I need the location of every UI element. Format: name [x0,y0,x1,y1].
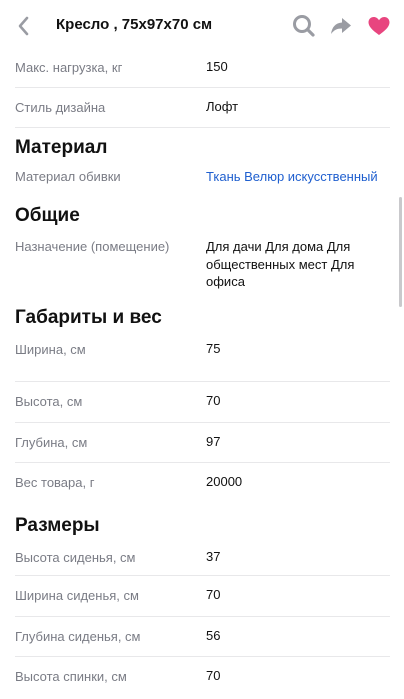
spec-label: Вес товара, г [15,475,95,490]
spec-label: Глубина сиденья, см [15,629,141,644]
spec-value: 75 [206,341,221,356]
spec-label: Ширина, см [15,342,86,357]
material-link[interactable]: Ткань Велюр искусственный [206,168,378,186]
spec-value: 56 [206,628,221,643]
spec-value-line: Для дачи Для дома Для [206,239,351,254]
spec-row: Глубина, см 97 [15,423,390,463]
scrollbar[interactable] [399,197,402,307]
specs-list: Макс. нагрузка, кг 150 Стиль дизайна Лоф… [0,52,404,697]
favorite-button[interactable] [366,13,392,39]
spec-label: Высота, см [15,394,83,409]
spec-row: Макс. нагрузка, кг 150 [15,52,390,88]
share-button[interactable] [328,13,354,39]
spec-value: 70 [206,587,221,602]
spec-value: 37 [206,549,221,564]
spec-value: Лофт [206,99,239,114]
spec-label: Стиль дизайна [15,100,106,115]
spec-value: 20000 [206,474,243,489]
spec-row: Высота спинки, см 70 [15,657,390,697]
search-icon [293,15,315,37]
spec-label: Макс. нагрузка, кг [15,60,123,75]
spec-value: 97 [206,434,221,449]
section-title-sizes: Размеры [15,515,100,536]
spec-row: Назначение (помещение) Для дачи Для дома… [15,238,390,304]
spec-value-line: офиса [206,274,245,289]
spec-label: Ширина сиденья, см [15,588,139,603]
spec-label: Назначение (помещение) [15,239,170,254]
spec-row: Ширина сиденья, см 70 [15,576,390,617]
spec-row: Глубина сиденья, см 56 [15,617,390,657]
spec-label: Высота сиденья, см [15,550,136,565]
chevron-left-icon [18,16,29,36]
section-title-material: Материал [15,137,108,158]
spec-row: Высота, см 70 [15,382,390,423]
spec-value-line: общественных мест Для [206,256,355,272]
spec-row: Материал обивки Ткань Велюр искусственны… [15,168,390,199]
spec-row: Стиль дизайна Лофт [15,88,390,128]
spec-label: Материал обивки [15,169,121,184]
spec-value: 70 [206,668,221,683]
back-button[interactable] [12,14,36,38]
spec-value: Для дачи Для дома Для общественных мест … [206,238,354,291]
spec-label: Глубина, см [15,435,88,450]
spec-row: Вес товара, г 20000 [15,463,390,503]
section-title-general: Общие [15,205,80,226]
share-arrow-icon [331,18,351,34]
search-button[interactable] [291,13,317,39]
heart-icon [368,17,390,35]
page-title: Кресло , 75х97х70 см [56,16,213,33]
spec-value: 150 [206,59,228,74]
spec-row: Ширина, см 75 [15,341,390,382]
spec-label: Высота спинки, см [15,669,127,684]
top-bar: Кресло , 75х97х70 см [0,0,404,52]
spec-row: Высота сиденья, см 37 [15,544,390,576]
section-title-dimensions: Габариты и вес [15,307,162,328]
spec-value: 70 [206,393,221,408]
